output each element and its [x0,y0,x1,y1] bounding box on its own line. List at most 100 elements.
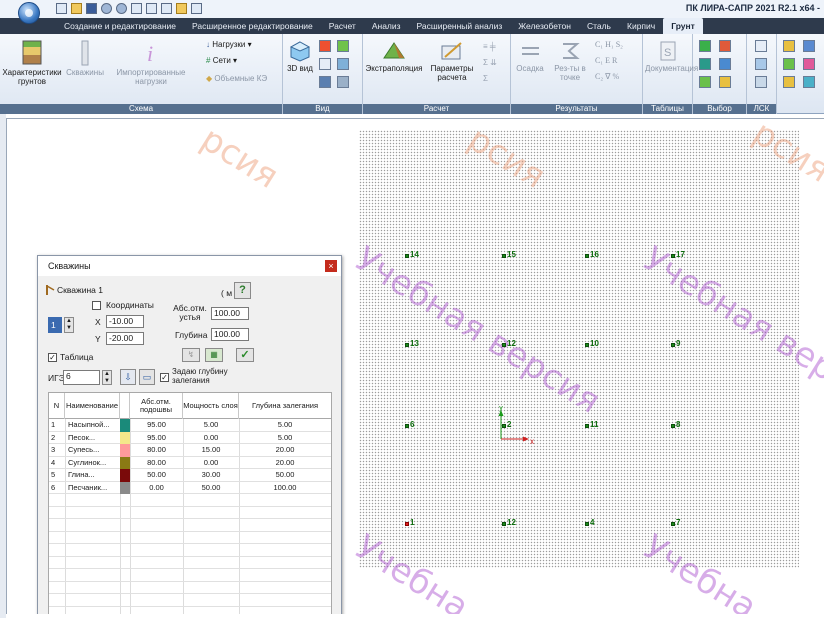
close-icon[interactable]: × [325,260,337,272]
borehole-marker[interactable]: 15 [502,250,516,259]
set-depth-checkbox[interactable]: ✓ [160,373,169,382]
layers-icon[interactable] [319,76,331,88]
extra-tool-icon-4[interactable] [803,58,815,70]
symbol-c1[interactable]: C₁ [595,40,603,49]
borehole-marker[interactable]: 4 [585,518,594,527]
cell-depth[interactable]: 100.00 [239,482,331,495]
tab-1[interactable]: Расширенное редактирование [184,18,321,34]
table-row[interactable] [49,594,331,607]
calc-small-icon-1[interactable]: ≡ ╪ [483,42,496,51]
column-header[interactable]: Абс.отм. подошвы [130,393,183,419]
x-coordinate-field[interactable]: -10.00 [106,315,144,328]
cell-n[interactable]: 2 [51,432,65,445]
layer-color-swatch[interactable] [120,444,130,457]
table-checkbox[interactable]: ✓ [48,353,57,362]
layer-color-swatch[interactable] [120,431,130,444]
borehole-marker[interactable]: 14 [405,250,419,259]
coordinates-checkbox[interactable] [92,301,101,310]
settlement-button[interactable]: Осадка [513,40,547,73]
table-row[interactable] [49,544,331,557]
borehole-marker[interactable]: 8 [671,420,680,429]
boreholes-button[interactable]: Скважины [64,40,106,77]
extra-tool-icon-3[interactable] [783,58,795,70]
table-row[interactable] [49,507,331,519]
borehole-marker[interactable]: 9 [671,339,680,348]
select-elements-icon[interactable] [719,40,731,52]
extra-tool-icon-5[interactable] [783,76,795,88]
borehole-marker[interactable]: 1 [405,518,414,527]
calc-params-button[interactable]: Параметры расчета [423,40,481,82]
3d-view-button[interactable]: 3D вид [285,40,315,73]
borehole-marker[interactable]: 10 [585,339,599,348]
symbol-h1[interactable]: H₁ [605,40,614,49]
cell-thickness[interactable]: 30.00 [183,469,239,482]
symbol-percent[interactable]: % [612,72,619,81]
lsk-local-icon[interactable] [755,58,767,70]
calc-small-icon-2[interactable]: Σ ⇊ [483,58,497,67]
fragment-icon[interactable] [337,58,349,70]
layer-color-swatch[interactable] [120,419,130,432]
column-header[interactable] [120,393,130,419]
borehole-marker[interactable]: 13 [405,339,419,348]
cell-thickness[interactable]: 0.00 [183,457,239,470]
depth-field[interactable]: 100.00 [211,328,249,341]
cell-abs[interactable]: 50.00 [130,469,183,482]
print-icon[interactable] [161,3,172,14]
extra-tool-icon-1[interactable] [783,40,795,52]
borehole-marker[interactable]: 12 [502,518,516,527]
cell-name[interactable]: Суглинок... [68,457,120,470]
table-row[interactable] [49,582,331,594]
loads-button[interactable]: ↓ Нагрузки ▾ [206,40,252,49]
dialog-title-bar[interactable]: Скважины × [38,256,341,276]
cell-thickness[interactable]: 50.00 [183,482,239,495]
cell-n[interactable]: 6 [51,482,65,495]
symbol-c2[interactable]: C₂ [595,72,603,81]
select-more-icon[interactable] [719,58,731,70]
column-header[interactable]: N [49,393,65,419]
calc-small-icon-3[interactable]: Σ [483,74,488,83]
edit-table-icon[interactable]: ▦ [205,348,223,362]
table-row[interactable]: 4 Суглинок... 80.00 0.00 20.00 [49,456,331,470]
pick-borehole-icon[interactable]: ↯ [182,348,200,362]
tab-8[interactable]: Грунт [663,18,703,34]
symbol-c1b[interactable]: C₁ [595,56,603,65]
borehole-marker[interactable]: 7 [671,518,680,527]
table-row[interactable] [49,557,331,569]
cell-abs[interactable]: 95.00 [130,419,183,432]
lsk-axes-icon[interactable] [755,40,767,52]
cell-name[interactable]: Песок... [68,432,120,445]
cell-depth[interactable]: 50.00 [239,469,331,482]
tab-2[interactable]: Расчет [321,18,364,34]
extrapolation-button[interactable]: Экстраполяция [365,40,423,73]
tab-5[interactable]: Железобетон [510,18,579,34]
cell-n[interactable]: 3 [51,444,65,457]
borehole-marker[interactable]: 6 [405,420,414,429]
table-row[interactable] [49,607,331,615]
extra-tool-icon-6[interactable] [803,76,815,88]
documentation-button[interactable]: S Документация [645,40,698,73]
cell-depth[interactable]: 5.00 [239,432,331,445]
table-row[interactable]: 6 Песчаник... 0.00 50.00 100.00 [49,481,331,495]
cell-n[interactable]: 5 [51,469,65,482]
help-button[interactable]: ? [234,282,251,299]
cell-depth[interactable]: 20.00 [239,457,331,470]
cell-abs[interactable]: 80.00 [130,444,183,457]
meshes-button[interactable]: # Сети ▾ [206,56,237,65]
add-layer-icon[interactable]: ▭ [139,369,155,385]
model-icon[interactable] [146,3,157,14]
symbol-r[interactable]: R [612,56,617,65]
table-row[interactable]: 3 Супесь... 80.00 15.00 20.00 [49,444,331,457]
undo-icon[interactable] [101,3,112,14]
cell-name[interactable]: Песчаник... [68,482,120,495]
borehole-marker[interactable]: 17 [671,250,685,259]
flag-icon[interactable] [319,40,331,52]
apply-check-button[interactable]: ✓ [236,348,254,362]
cell-abs[interactable]: 0.00 [130,482,183,495]
extra-tool-icon-2[interactable] [803,40,815,52]
layer-color-swatch[interactable] [120,481,130,494]
settings-icon[interactable] [191,3,202,14]
axes-icon[interactable] [319,58,331,70]
filter-icon[interactable] [337,76,349,88]
symbol-e[interactable]: E [605,56,610,65]
table-row[interactable]: 5 Глина... 50.00 30.00 50.00 [49,469,331,482]
